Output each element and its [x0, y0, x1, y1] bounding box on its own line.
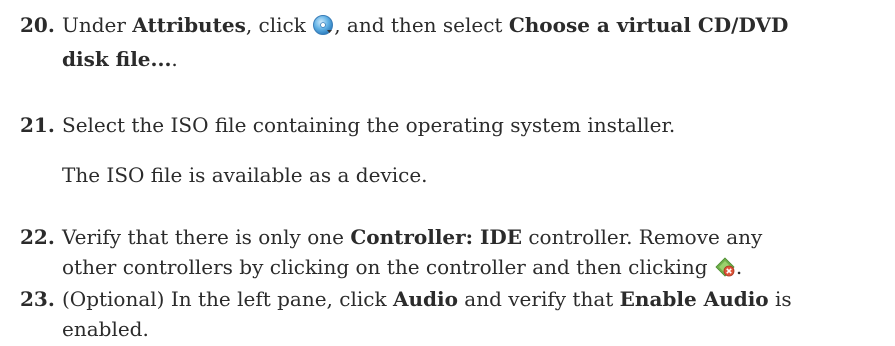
ui-term-enable-audio: Enable Audio — [619, 287, 769, 311]
ui-term-controller-ide: Controller: IDE — [350, 225, 522, 249]
step-text: , and then select — [334, 13, 509, 37]
step-text: Under — [62, 13, 133, 37]
step-text: is — [768, 287, 792, 311]
step-body: (Optional) In the left pane, click Audio… — [62, 284, 887, 344]
step-body: Under Attributes, click , and then selec… — [62, 10, 887, 74]
step-number: 23. — [20, 287, 55, 311]
remove-controller-icon — [714, 256, 736, 286]
step-number: 22. — [20, 225, 55, 249]
step-line: enabled. — [62, 314, 887, 344]
ui-term-attributes: Attributes — [132, 13, 246, 37]
optical-disk-icon — [312, 14, 334, 44]
ui-term-disk-file: disk file... — [62, 47, 172, 71]
step-text: . — [735, 255, 743, 279]
step-text: Verify that there is only one — [62, 225, 351, 249]
step-text: (Optional) In the left pane, click — [62, 287, 393, 311]
step-text: Select the ISO file containing the opera… — [62, 113, 676, 137]
step-number: 21. — [20, 113, 55, 137]
step-line: other controllers by clicking on the con… — [62, 252, 887, 286]
step-text: enabled. — [62, 317, 149, 341]
step-number: 20. — [20, 13, 55, 37]
step-body: Select the ISO file containing the opera… — [62, 110, 887, 190]
step-text: other controllers by clicking on the con… — [62, 255, 714, 279]
step-text: controller. Remove any — [521, 225, 763, 249]
instruction-steps: 20. Under Attributes, click , and then s… — [0, 0, 895, 346]
step-note: The ISO file is available as a device. — [62, 163, 428, 187]
step-text: and verify that — [457, 287, 620, 311]
step-line: Under Attributes, click , and then selec… — [62, 10, 887, 44]
ui-term-choose-virtual-disk: Choose a virtual CD/DVD — [508, 13, 789, 37]
step-text: . — [171, 47, 178, 71]
step-text: , click — [245, 13, 313, 37]
step-body: Verify that there is only one Controller… — [62, 222, 887, 286]
ui-term-audio: Audio — [392, 287, 458, 311]
step-line: (Optional) In the left pane, click Audio… — [62, 284, 887, 314]
step-line: disk file.... — [62, 44, 887, 74]
step-line: Verify that there is only one Controller… — [62, 222, 887, 252]
